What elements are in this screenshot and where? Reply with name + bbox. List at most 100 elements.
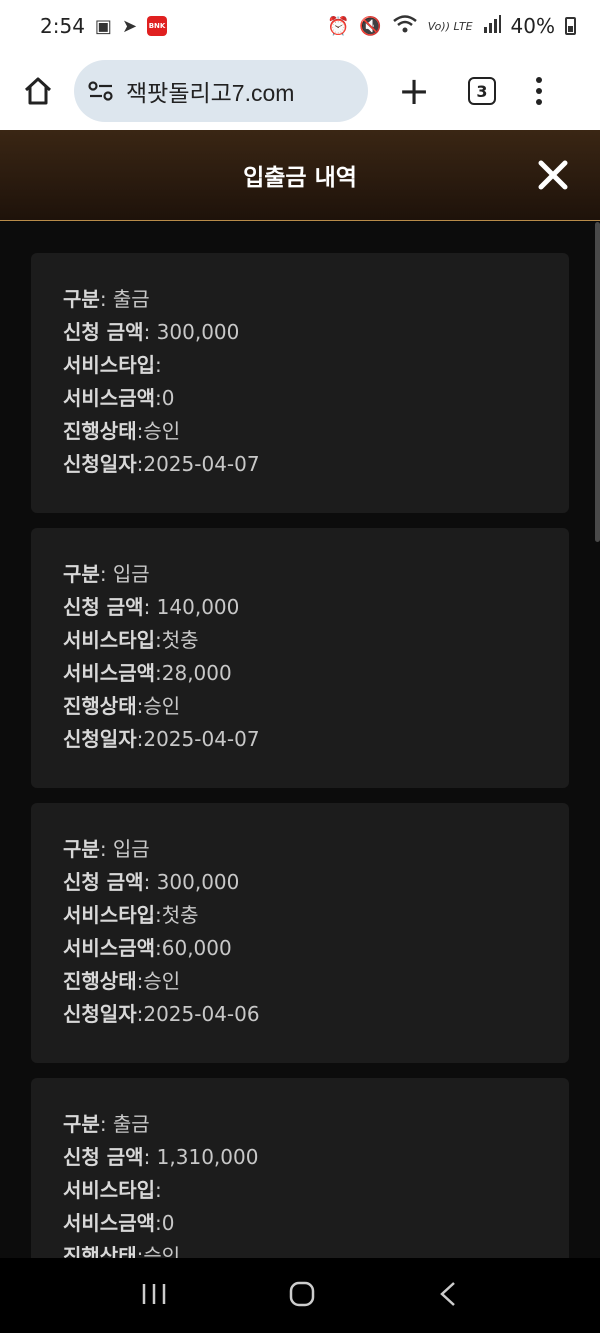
label-service-type: 서비스타입 bbox=[63, 1178, 155, 1202]
transaction-history-list[interactable]: 구분: 출금 신청 금액: 300,000 서비스타입: 서비스금액:0 진행상… bbox=[0, 222, 600, 1258]
field-status: 진행상태:승인 bbox=[63, 690, 569, 723]
label-type: 구분 bbox=[63, 837, 100, 861]
clock: 2:54 bbox=[40, 14, 85, 38]
system-navigation-bar bbox=[0, 1258, 600, 1333]
volte-icon: Vo)) LTE bbox=[427, 19, 473, 33]
value-service-amount: :0 bbox=[155, 386, 175, 410]
field-amount: 신청 금액: 140,000 bbox=[63, 591, 569, 624]
value-amount: : 300,000 bbox=[143, 320, 240, 344]
gallery-icon: ▣ bbox=[94, 15, 112, 37]
value-amount: : 140,000 bbox=[143, 595, 240, 619]
label-amount: 신청 금액 bbox=[63, 595, 144, 619]
signal-icon bbox=[483, 14, 501, 38]
more-vert-dot bbox=[536, 88, 542, 94]
modal-title: 입출금 내역 bbox=[243, 165, 357, 191]
field-status: 진행상태:승인 bbox=[63, 415, 569, 448]
label-service-type: 서비스타입 bbox=[63, 353, 155, 377]
field-service-amount: 서비스금액:60,000 bbox=[63, 932, 569, 965]
label-amount: 신청 금액 bbox=[63, 320, 144, 344]
label-service-amount: 서비스금액 bbox=[63, 1211, 155, 1235]
value-service-type: :첫충 bbox=[155, 903, 199, 927]
tab-count: 3 bbox=[476, 81, 488, 101]
label-service-amount: 서비스금액 bbox=[63, 936, 155, 960]
more-vert-dot bbox=[536, 99, 542, 105]
label-service-amount: 서비스금액 bbox=[63, 386, 155, 410]
value-type: : 출금 bbox=[99, 287, 150, 311]
bank-app-icon: BNK bbox=[147, 16, 168, 36]
recent-apps-button[interactable] bbox=[140, 1282, 168, 1310]
field-service-type: 서비스타입: bbox=[63, 349, 569, 382]
label-status: 진행상태 bbox=[63, 969, 137, 993]
site-settings-icon[interactable] bbox=[88, 80, 114, 102]
field-date: 신청일자:2025-04-06 bbox=[63, 998, 569, 1031]
field-service-type: 서비스타입:첫충 bbox=[63, 899, 569, 932]
field-date: 신청일자:2025-04-07 bbox=[63, 448, 569, 481]
tab-switcher-button[interactable]: 3 bbox=[468, 77, 496, 105]
transaction-card: 구분: 출금 신청 금액: 300,000 서비스타입: 서비스금액:0 진행상… bbox=[31, 253, 569, 513]
wifi-icon bbox=[392, 14, 418, 39]
label-service-type: 서비스타입 bbox=[63, 903, 155, 927]
field-status: 진행상태:승인 bbox=[63, 1240, 569, 1258]
label-amount: 신청 금액 bbox=[63, 870, 144, 894]
label-date: 신청일자 bbox=[63, 452, 137, 476]
home-button[interactable] bbox=[16, 69, 60, 113]
value-status: :승인 bbox=[136, 1244, 181, 1258]
modal-header: 입출금 내역 bbox=[0, 130, 600, 221]
value-status: :승인 bbox=[136, 969, 181, 993]
recent-apps-icon bbox=[142, 1283, 166, 1304]
value-type: : 입금 bbox=[99, 837, 150, 861]
field-amount: 신청 금액: 300,000 bbox=[63, 316, 569, 349]
telegram-icon: ➤ bbox=[121, 15, 138, 37]
home-nav-button[interactable] bbox=[288, 1280, 316, 1312]
field-service-type: 서비스타입:첫충 bbox=[63, 624, 569, 657]
field-service-amount: 서비스금액:0 bbox=[63, 1207, 569, 1240]
label-date: 신청일자 bbox=[63, 1002, 137, 1026]
more-vert-icon bbox=[536, 77, 542, 83]
plus-icon: + bbox=[398, 69, 430, 113]
label-type: 구분 bbox=[63, 1112, 100, 1136]
new-tab-button[interactable]: + bbox=[392, 72, 436, 110]
value-date: :2025-04-07 bbox=[136, 727, 260, 751]
label-service-amount: 서비스금액 bbox=[63, 661, 155, 685]
value-service-type: :첫충 bbox=[155, 628, 199, 652]
value-status: :승인 bbox=[136, 694, 181, 718]
label-status: 진행상태 bbox=[63, 419, 137, 443]
label-service-type: 서비스타입 bbox=[63, 628, 155, 652]
url-text: 잭팟돌리고7.com bbox=[126, 80, 295, 106]
value-amount: : 300,000 bbox=[143, 870, 240, 894]
value-type: : 입금 bbox=[99, 562, 150, 586]
value-type: : 출금 bbox=[99, 1112, 150, 1136]
address-bar[interactable]: 잭팟돌리고7.com bbox=[74, 60, 368, 122]
back-button[interactable] bbox=[436, 1280, 460, 1312]
alarm-icon: ⏰ bbox=[326, 15, 350, 37]
scrollbar[interactable] bbox=[595, 222, 600, 542]
value-service-amount: :28,000 bbox=[155, 661, 232, 685]
label-status: 진행상태 bbox=[63, 1244, 137, 1258]
mute-icon: 🔇 bbox=[359, 15, 382, 37]
transaction-card: 구분: 출금 신청 금액: 1,310,000 서비스타입: 서비스금액:0 진… bbox=[31, 1078, 569, 1258]
field-type: 구분: 출금 bbox=[63, 283, 569, 316]
field-type: 구분: 출금 bbox=[63, 1108, 569, 1141]
field-status: 진행상태:승인 bbox=[63, 965, 569, 998]
status-bar-right: ⏰ 🔇 Vo)) LTE 40% bbox=[327, 14, 576, 39]
value-amount: : 1,310,000 bbox=[143, 1145, 259, 1169]
field-amount: 신청 금액: 1,310,000 bbox=[63, 1141, 569, 1174]
field-type: 구분: 입금 bbox=[63, 558, 569, 591]
home-circle-icon bbox=[289, 1281, 315, 1306]
value-service-amount: :60,000 bbox=[155, 936, 232, 960]
field-service-amount: 서비스금액:28,000 bbox=[63, 657, 569, 690]
label-type: 구분 bbox=[63, 562, 100, 586]
transaction-card: 구분: 입금 신청 금액: 140,000 서비스타입:첫충 서비스금액:28,… bbox=[31, 528, 569, 788]
field-date: 신청일자:2025-04-07 bbox=[63, 723, 569, 756]
field-type: 구분: 입금 bbox=[63, 833, 569, 866]
browser-menu-button[interactable] bbox=[536, 77, 542, 105]
status-bar: 2:54 ▣ ➤ BNK ⏰ 🔇 Vo)) LTE 40% bbox=[0, 0, 600, 52]
value-service-type: : bbox=[155, 1178, 162, 1202]
close-icon bbox=[538, 160, 568, 190]
label-status: 진행상태 bbox=[63, 694, 137, 718]
label-amount: 신청 금액 bbox=[63, 1145, 144, 1169]
value-date: :2025-04-07 bbox=[136, 452, 260, 476]
value-date: :2025-04-06 bbox=[136, 1002, 260, 1026]
value-service-type: : bbox=[155, 353, 162, 377]
close-button[interactable] bbox=[536, 158, 570, 192]
